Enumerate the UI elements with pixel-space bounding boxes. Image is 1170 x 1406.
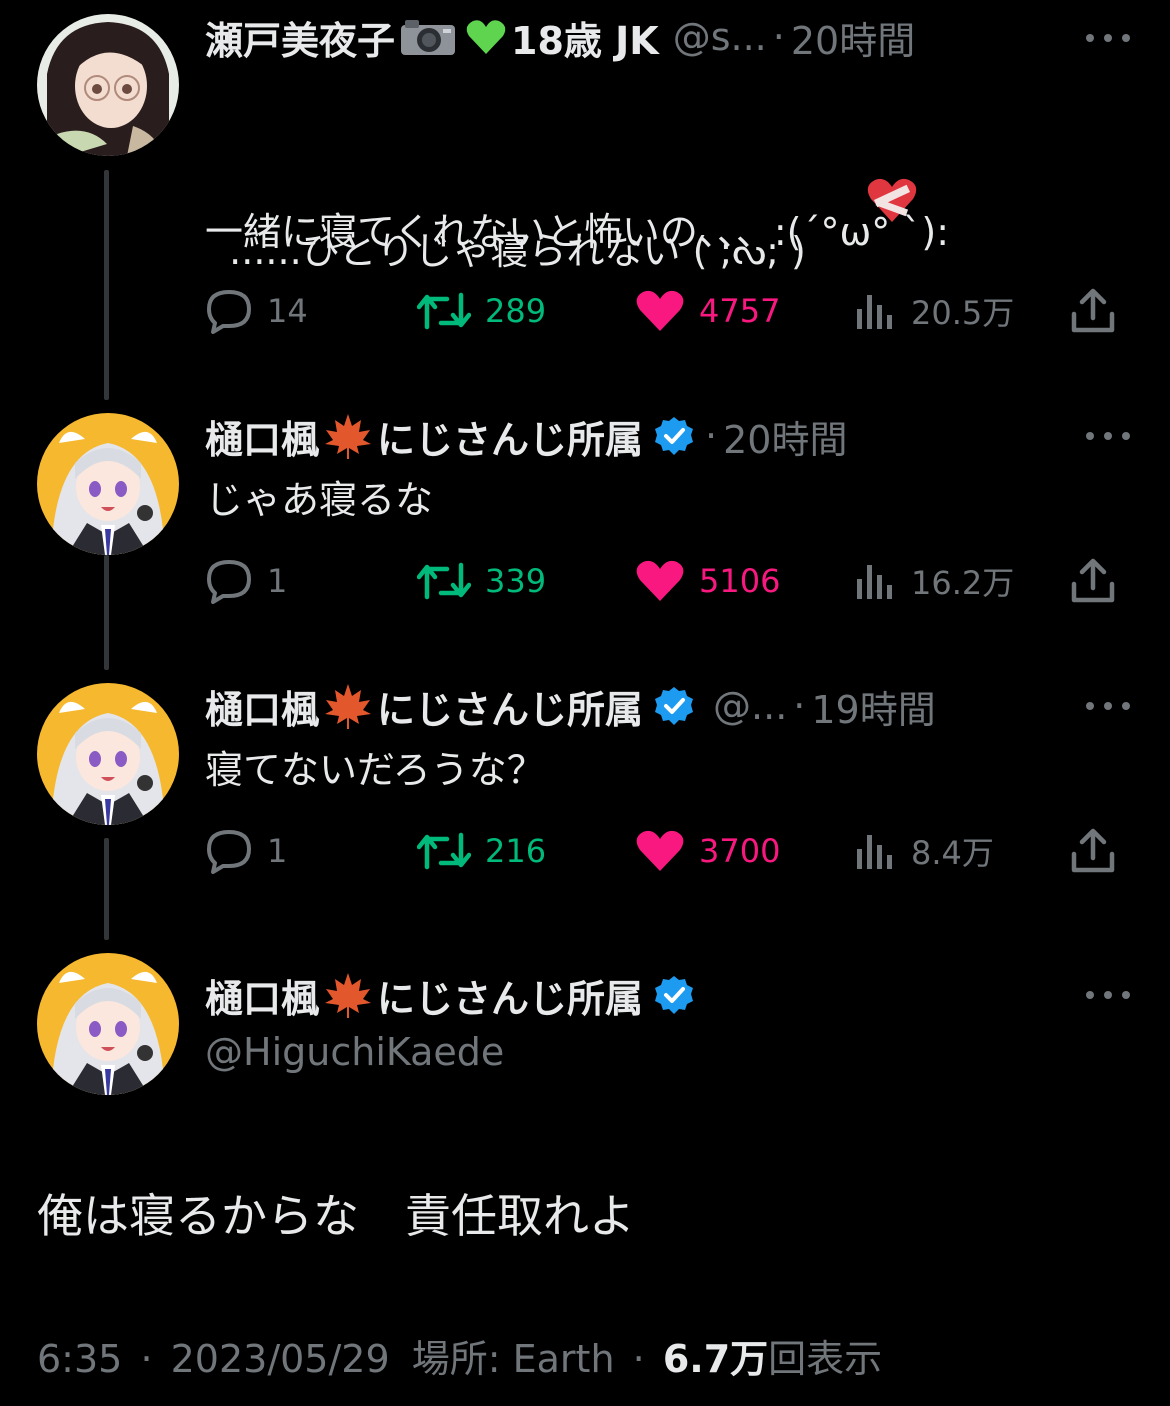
avatar[interactable]: [37, 413, 179, 555]
camera-icon: [399, 17, 457, 57]
tweet-header: 樋口楓 にじさんじ所属 @... · 19時間: [205, 679, 936, 734]
green-heart-icon: [465, 18, 507, 56]
views-count: 16.2万: [911, 564, 1015, 602]
display-name[interactable]: 樋口楓: [205, 409, 319, 464]
views-icon: [857, 295, 892, 329]
thread-line: [104, 555, 109, 670]
mending-heart-icon: [818, 128, 918, 283]
share-icon: [1071, 828, 1115, 873]
like-count: 5106: [699, 562, 781, 600]
more-options-icon[interactable]: [1086, 699, 1130, 713]
tweet-actions: 1 216 3700 8.4万: [205, 826, 1130, 876]
retweet-count: 289: [485, 292, 547, 330]
retweet-button[interactable]: 339: [417, 556, 546, 606]
display-name-suffix[interactable]: 18歳 JK: [511, 10, 659, 65]
reply-button[interactable]: 1: [205, 826, 287, 876]
retweet-count: 339: [485, 562, 547, 600]
tweet-header: 瀬戸美夜子 18歳 JK @s... · 20時間: [205, 10, 915, 65]
thread-line: [104, 838, 109, 940]
main-tweet-text: 俺は寝るからな 責任取れよ: [37, 1189, 635, 1243]
views-button[interactable]: 8.4万: [855, 826, 994, 876]
separator-dot: ·: [632, 1337, 645, 1381]
tweet-actions: 14 289 4757 20.5万: [205, 286, 1130, 336]
views-total: 6.7万: [662, 1337, 769, 1381]
display-name-suffix[interactable]: にじさんじ所属: [377, 968, 643, 1023]
display-name[interactable]: 樋口楓: [205, 679, 319, 734]
verified-badge-icon: [653, 685, 695, 727]
share-button[interactable]: [1070, 556, 1130, 606]
display-name-suffix[interactable]: にじさんじ所属: [377, 679, 643, 734]
like-count: 3700: [699, 832, 781, 870]
heart-icon: [636, 830, 684, 871]
maple-leaf-icon: [323, 412, 373, 460]
separator-dot: ·: [705, 414, 718, 458]
tweet-time[interactable]: 19時間: [811, 679, 935, 734]
share-button[interactable]: [1070, 826, 1130, 876]
retweet-icon: [417, 562, 471, 600]
share-icon: [1071, 558, 1115, 603]
retweet-count: 216: [485, 832, 547, 870]
tweet-time[interactable]: 6:35: [37, 1337, 122, 1381]
views-icon: [857, 565, 892, 599]
reply-count: 1: [267, 562, 288, 600]
tweet-time[interactable]: 20時間: [791, 10, 915, 65]
retweet-icon: [417, 832, 471, 870]
like-button[interactable]: 3700: [635, 826, 780, 876]
user-handle[interactable]: @HiguchiKaede: [205, 1030, 504, 1074]
like-count: 4757: [699, 292, 781, 330]
verified-badge-icon: [653, 415, 695, 457]
separator-dot: ·: [793, 684, 806, 728]
tweet-header: 樋口楓 にじさんじ所属 · 20時間: [205, 409, 847, 464]
more-options-icon[interactable]: [1086, 429, 1130, 443]
maple-leaf-icon: [323, 971, 373, 1019]
avatar[interactable]: [37, 683, 179, 825]
display-name[interactable]: 瀬戸美夜子: [205, 10, 395, 65]
views-icon: [857, 835, 892, 869]
more-options-icon[interactable]: [1086, 988, 1130, 1002]
views-label: 回表示: [768, 1337, 883, 1381]
tweet-date[interactable]: 2023/05/29: [171, 1337, 390, 1381]
share-icon: [1071, 288, 1115, 333]
tweet-text: じゃあ寝るな: [205, 478, 434, 522]
retweet-icon: [417, 292, 471, 330]
tweet-meta: 6:35 · 2023/05/29 場所: Earth · 6.7万回表示: [37, 1328, 882, 1383]
display-name[interactable]: 樋口楓: [205, 968, 319, 1023]
reply-button[interactable]: 1: [205, 556, 287, 606]
tweet-header: 樋口楓 にじさんじ所属: [205, 968, 699, 1023]
tweet-location: 場所: Earth: [411, 1337, 615, 1381]
verified-badge-icon: [653, 974, 695, 1016]
views-count: 20.5万: [911, 294, 1015, 332]
heart-icon: [636, 560, 684, 601]
views-button[interactable]: 16.2万: [855, 556, 1014, 606]
retweet-button[interactable]: 289: [417, 286, 546, 336]
views-count: 8.4万: [911, 834, 994, 872]
heart-icon: [636, 290, 684, 331]
reply-icon: [207, 290, 251, 334]
user-handle[interactable]: @s...: [673, 15, 767, 59]
reply-icon: [207, 560, 251, 604]
share-button[interactable]: [1070, 286, 1130, 336]
reply-button[interactable]: 14: [205, 286, 308, 336]
thread-line: [104, 170, 109, 400]
reply-count: 1: [267, 832, 288, 870]
like-button[interactable]: 4757: [635, 286, 780, 336]
like-button[interactable]: 5106: [635, 556, 780, 606]
views-button[interactable]: 20.5万: [855, 286, 1014, 336]
separator-dot: ·: [772, 15, 785, 59]
tweet-time[interactable]: 20時間: [723, 409, 847, 464]
reply-count: 14: [267, 292, 308, 330]
separator-dot: ·: [140, 1337, 153, 1381]
more-options-icon[interactable]: [1086, 31, 1130, 45]
tweet-text-2: 一緒に寝てくれないと怖いの、、、:(´°ω° `):: [205, 210, 950, 254]
tweet-text: 寝てないだろうな？: [205, 748, 545, 792]
maple-leaf-icon: [323, 682, 373, 730]
retweet-button[interactable]: 216: [417, 826, 546, 876]
avatar[interactable]: [37, 953, 179, 1095]
tweet-actions: 1 339 5106 16.2万: [205, 556, 1130, 606]
reply-icon: [207, 830, 251, 874]
user-handle[interactable]: @...: [713, 684, 787, 728]
display-name-suffix[interactable]: にじさんじ所属: [377, 409, 643, 464]
avatar[interactable]: [37, 14, 179, 156]
